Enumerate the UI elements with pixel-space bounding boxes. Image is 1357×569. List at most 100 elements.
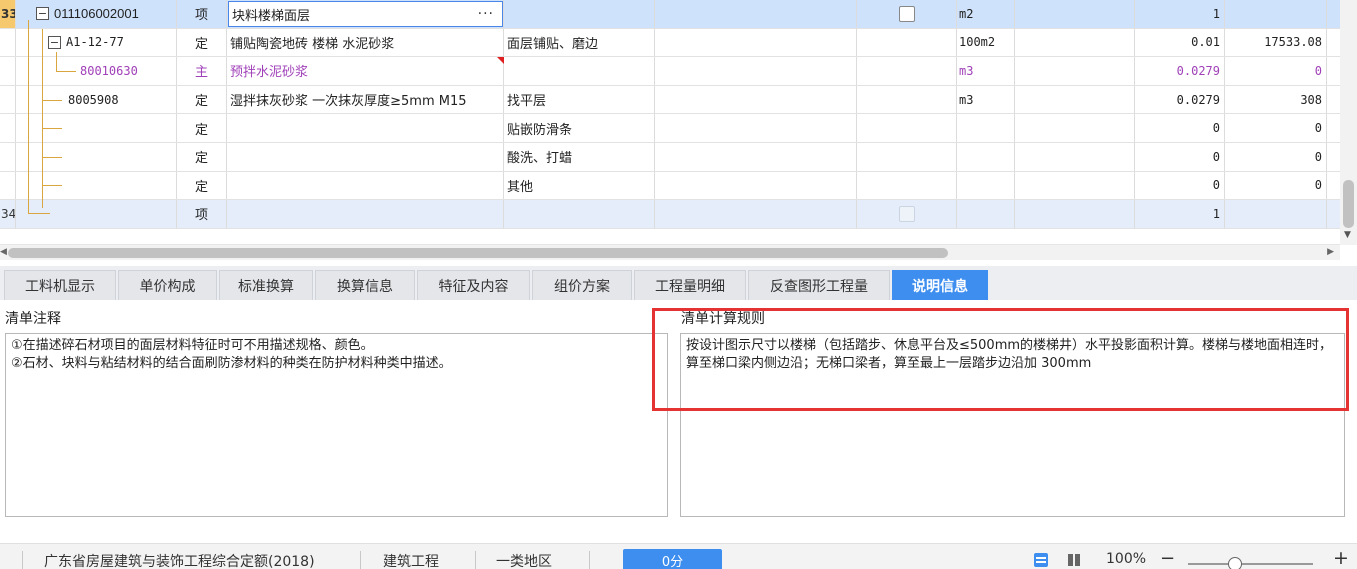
vertical-scroll-thumb[interactable] xyxy=(1343,180,1354,228)
table-row[interactable]: 8005908 定 湿拌抹灰砂浆 一次抹灰厚度≥5mm M15 找平层 m3 0… xyxy=(0,85,1340,115)
unit-cell[interactable]: 100m2 xyxy=(957,28,1015,57)
type-cell[interactable]: 定 xyxy=(177,28,227,57)
quantity-cell[interactable]: 0.01 xyxy=(1135,28,1225,57)
tab-labor-material[interactable]: 工料机显示 xyxy=(4,270,116,300)
collapse-icon[interactable]: − xyxy=(36,7,49,21)
quantity-cell[interactable]: 0 xyxy=(1135,143,1225,171)
feature-cell[interactable] xyxy=(504,200,655,228)
feature-cell[interactable]: 找平层 xyxy=(504,85,655,114)
unit-cell[interactable]: m3 xyxy=(957,57,1015,85)
empty-cell[interactable] xyxy=(1015,0,1135,28)
type-cell[interactable]: 定 xyxy=(177,114,227,142)
unit-cell[interactable] xyxy=(957,114,1015,142)
code-cell[interactable]: 8005908 xyxy=(16,85,177,114)
empty-cell[interactable] xyxy=(655,28,857,57)
scroll-right-icon[interactable]: ▶ xyxy=(1327,247,1334,257)
unit-cell[interactable]: m2 xyxy=(957,0,1015,28)
score-button[interactable]: 0分 xyxy=(623,549,722,569)
check-cell[interactable] xyxy=(857,171,957,200)
check-cell[interactable] xyxy=(857,57,957,85)
table-row[interactable]: 34 项 1 xyxy=(0,200,1340,229)
empty-cell[interactable] xyxy=(1015,57,1135,85)
tab-unit-price[interactable]: 单价构成 xyxy=(118,270,217,300)
empty-cell[interactable] xyxy=(1015,114,1135,142)
horizontal-scroll-thumb[interactable] xyxy=(8,248,948,258)
empty-cell[interactable] xyxy=(1015,85,1135,114)
name-cell[interactable]: 预拌水泥砂浆 xyxy=(227,57,504,85)
tab-quantity-detail[interactable]: 工程量明细 xyxy=(634,270,746,300)
table-row[interactable]: 定 酸洗、打蜡 0 0 xyxy=(0,143,1340,172)
type-cell[interactable]: 定 xyxy=(177,143,227,171)
horizontal-scrollbar[interactable]: ◀ ▶ xyxy=(0,244,1340,260)
name-edit-input[interactable]: 块料楼梯面层 ··· xyxy=(228,1,503,27)
tab-description-info[interactable]: 说明信息 xyxy=(892,270,988,300)
name-cell[interactable] xyxy=(227,200,504,228)
region-class[interactable]: 一类地区 xyxy=(496,551,552,569)
quota-standard[interactable]: 广东省房屋建筑与装饰工程综合定额(2018) xyxy=(44,551,315,569)
tab-pricing-scheme[interactable]: 组价方案 xyxy=(532,270,632,300)
row-checkbox[interactable] xyxy=(898,5,915,22)
price-cell[interactable] xyxy=(1225,200,1327,228)
feature-cell[interactable] xyxy=(504,0,655,28)
tab-features-content[interactable]: 特征及内容 xyxy=(417,270,530,300)
tab-conversion-info[interactable]: 换算信息 xyxy=(315,270,415,300)
tab-reverse-graphic-quantity[interactable]: 反查图形工程量 xyxy=(748,270,890,300)
check-cell[interactable] xyxy=(857,114,957,142)
check-cell[interactable] xyxy=(857,200,957,228)
empty-cell[interactable] xyxy=(655,0,857,28)
code-cell[interactable]: − A1-12-77 xyxy=(16,28,177,57)
empty-cell[interactable] xyxy=(1015,28,1135,57)
calc-rule-textbox[interactable]: 按设计图示尺寸以楼梯（包括踏步、休息平台及≤500mm的楼梯井）水平投影面积计算… xyxy=(680,333,1345,517)
name-cell[interactable] xyxy=(227,143,504,171)
zoom-out-button[interactable]: − xyxy=(1160,548,1175,569)
code-cell[interactable]: 80010630 xyxy=(16,57,177,85)
scroll-left-icon[interactable]: ◀ xyxy=(0,247,7,257)
price-cell[interactable]: 0 xyxy=(1225,143,1327,171)
code-cell[interactable] xyxy=(16,171,177,200)
price-cell[interactable]: 17533.08 xyxy=(1225,28,1327,57)
quantity-cell[interactable]: 0.0279 xyxy=(1135,85,1225,114)
type-cell[interactable]: 项 xyxy=(177,0,227,28)
feature-cell[interactable]: 酸洗、打蜡 xyxy=(504,143,655,171)
quantity-cell[interactable]: 1 xyxy=(1135,0,1225,28)
table-row[interactable]: 80010630 主 预拌水泥砂浆 m3 0.0279 0 xyxy=(0,57,1340,86)
price-cell[interactable]: 0 xyxy=(1225,171,1327,200)
row-checkbox[interactable] xyxy=(898,205,915,222)
unit-cell[interactable] xyxy=(957,200,1015,228)
tab-standard-conversion[interactable]: 标准换算 xyxy=(219,270,313,300)
feature-cell[interactable]: 其他 xyxy=(504,171,655,200)
more-options-button[interactable]: ··· xyxy=(478,6,494,22)
feature-cell[interactable]: 面层铺贴、磨边 xyxy=(504,28,655,57)
name-cell[interactable]: 铺贴陶瓷地砖 楼梯 水泥砂浆 xyxy=(227,28,504,57)
unit-cell[interactable] xyxy=(957,143,1015,171)
quantity-cell[interactable]: 0 xyxy=(1135,114,1225,142)
project-category[interactable]: 建筑工程 xyxy=(383,551,439,569)
price-cell[interactable]: 308 xyxy=(1225,85,1327,114)
type-cell[interactable]: 定 xyxy=(177,85,227,114)
empty-cell[interactable] xyxy=(1015,171,1135,200)
empty-cell[interactable] xyxy=(655,171,857,200)
empty-cell[interactable] xyxy=(655,85,857,114)
table-row[interactable]: 33 − 011106002001 项 块料楼梯面层 ··· m2 1 xyxy=(0,0,1340,29)
code-cell[interactable] xyxy=(16,143,177,171)
vertical-scrollbar[interactable]: ▼ xyxy=(1340,0,1357,245)
price-cell[interactable]: 0 xyxy=(1225,114,1327,142)
empty-cell[interactable] xyxy=(1015,200,1135,228)
empty-cell[interactable] xyxy=(1015,143,1135,171)
unit-cell[interactable]: m3 xyxy=(957,85,1015,114)
name-cell[interactable] xyxy=(227,114,504,142)
collapse-icon[interactable]: − xyxy=(48,35,61,49)
check-cell[interactable] xyxy=(857,28,957,57)
table-row[interactable]: − A1-12-77 定 铺贴陶瓷地砖 楼梯 水泥砂浆 面层铺贴、磨边 100m… xyxy=(0,28,1340,58)
empty-cell[interactable] xyxy=(655,200,857,228)
type-cell[interactable]: 主 xyxy=(177,57,227,85)
scroll-down-icon[interactable]: ▼ xyxy=(1344,230,1351,240)
table-row[interactable]: 定 贴嵌防滑条 0 0 xyxy=(0,114,1340,143)
name-cell[interactable] xyxy=(227,171,504,200)
column-view-icon[interactable] xyxy=(1066,552,1082,568)
type-cell[interactable]: 定 xyxy=(177,171,227,200)
code-cell[interactable] xyxy=(16,114,177,142)
empty-cell[interactable] xyxy=(655,114,857,142)
quantity-cell[interactable]: 0 xyxy=(1135,171,1225,200)
empty-cell[interactable] xyxy=(655,143,857,171)
